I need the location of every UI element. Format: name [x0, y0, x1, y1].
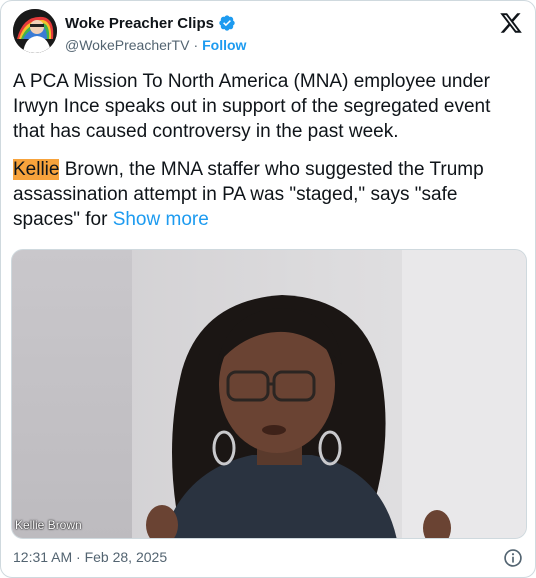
tweet-paragraph-2-text: Brown, the MNA staffer who suggested the…	[13, 159, 484, 230]
tweet-paragraph-2: Kellie Brown, the MNA staffer who sugges…	[13, 157, 521, 232]
tweet-header: Woke Preacher Clips @WokePreacherTV · Fo…	[13, 9, 523, 57]
video-media[interactable]: Kellie Brown	[11, 249, 527, 539]
avatar[interactable]	[13, 9, 57, 53]
video-frame-image	[12, 250, 526, 538]
tweet-text: A PCA Mission To North America (MNA) emp…	[13, 69, 521, 245]
follow-button[interactable]: Follow	[202, 37, 246, 53]
avatar-image	[13, 9, 57, 53]
highlighted-word: Kellie	[13, 159, 60, 180]
show-more-link[interactable]: Show more	[113, 209, 209, 230]
name-row: Woke Preacher Clips	[65, 13, 246, 33]
tweet-card: Woke Preacher Clips @WokePreacherTV · Fo…	[0, 0, 536, 578]
display-name[interactable]: Woke Preacher Clips	[65, 15, 214, 32]
x-logo-icon[interactable]	[499, 11, 523, 35]
verified-badge-icon	[218, 14, 236, 32]
video-caption: Kellie Brown	[15, 518, 82, 532]
tweet-timestamp[interactable]: 12:31 AM · Feb 28, 2025	[13, 549, 167, 565]
tweet-paragraph-1: A PCA Mission To North America (MNA) emp…	[13, 71, 491, 142]
author-block: Woke Preacher Clips @WokePreacherTV · Fo…	[65, 13, 246, 54]
handle-row: @WokePreacherTV · Follow	[65, 37, 246, 53]
info-icon[interactable]	[503, 548, 523, 568]
author-handle[interactable]: @WokePreacherTV	[65, 37, 189, 53]
separator-dot: ·	[193, 37, 199, 53]
